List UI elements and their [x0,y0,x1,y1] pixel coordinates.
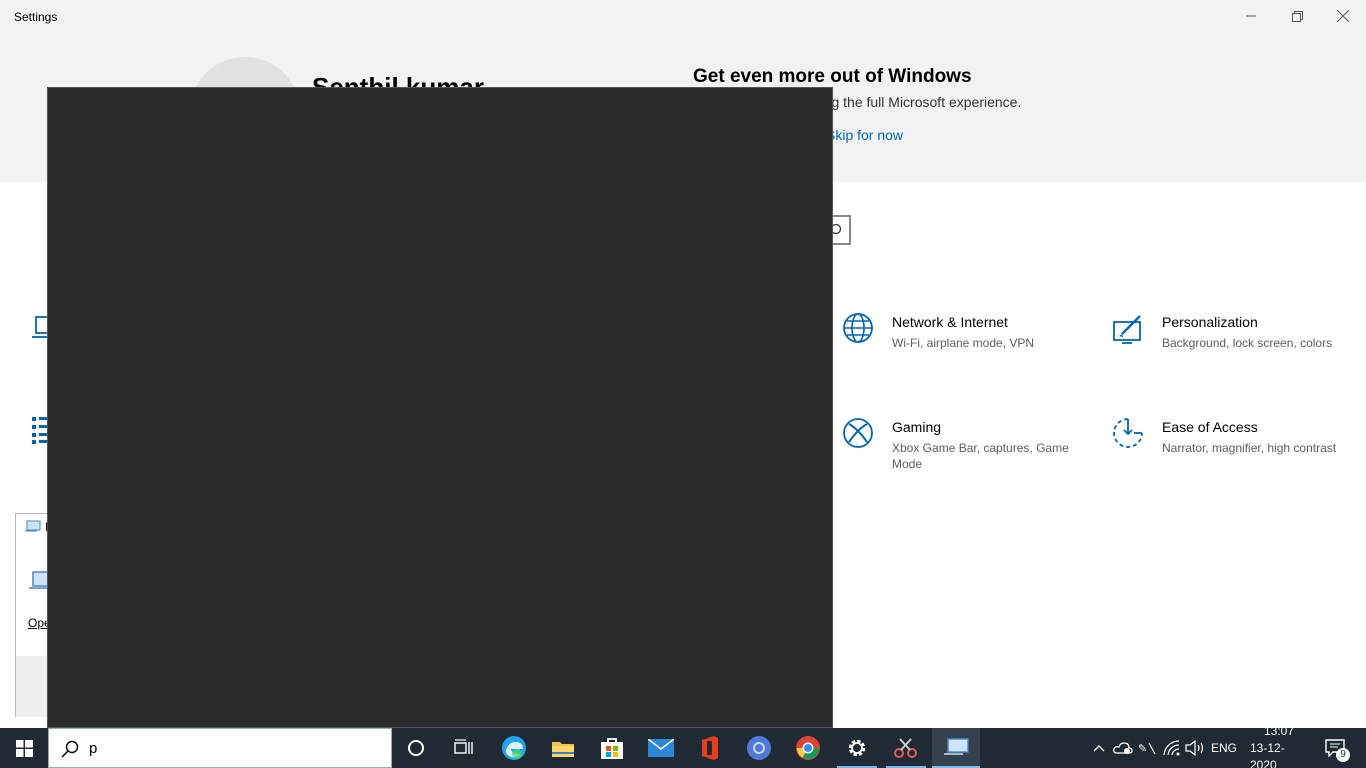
wifi-icon [1163,740,1180,756]
taskbar-search-input[interactable]: p [89,740,97,757]
cortana-icon [408,740,424,756]
taskbar-chrome-profile[interactable] [735,728,783,768]
taskbar-file-explorer[interactable] [539,728,587,768]
apps-list-icon [32,417,48,444]
personalization-icon [1113,315,1141,344]
pen-workspace-icon: ✎ [1138,742,1156,755]
globe-icon [843,313,873,343]
restore-button[interactable] [1274,0,1320,32]
clock-date: 13-12-2020 [1250,740,1285,768]
category-description: Xbox Game Bar, captures, Game Mode [892,441,1069,471]
input-language-indicator[interactable]: ENG [1205,728,1243,768]
taskbar-office[interactable] [686,728,734,768]
store-icon [601,738,623,759]
restore-icon [1291,10,1303,22]
taskbar-settings[interactable] [833,728,881,768]
close-icon [1337,10,1349,22]
chrome-icon [796,736,820,760]
pen-tray-button[interactable]: ✎ [1136,728,1158,768]
taskbar-mail[interactable] [637,728,685,768]
close-button[interactable] [1320,0,1366,32]
ease-of-access-icon [1113,418,1143,448]
taskbar: p ✎ ENG 13:07 13-12-2020 9 [0,724,1366,768]
category-title: Personalization [1162,314,1258,330]
search-icon [61,740,79,758]
taskbar-store[interactable] [588,728,636,768]
taskbar-chrome[interactable] [784,728,832,768]
promo-title: Get even more out of Windows [693,66,972,87]
task-view-button[interactable] [440,728,488,768]
chrome-profile-icon [747,736,771,760]
chevron-up-icon [1093,745,1105,752]
cloud-sync-icon [1113,742,1133,754]
taskbar-snipping-tool[interactable] [882,728,930,768]
xbox-icon [843,418,873,448]
category-description: Background, lock screen, colors [1162,336,1333,350]
category-title: Gaming [892,419,942,435]
svg-text:✎: ✎ [1138,742,1147,755]
edge-icon [502,736,526,760]
skip-for-now-link[interactable]: Skip for now [826,127,903,143]
dark-overlay-window[interactable] [47,87,833,728]
category-description: Narrator, magnifier, high contrast [1162,441,1337,455]
action-center-button[interactable]: 9 [1312,728,1358,768]
run-title-icon [25,520,41,532]
taskbar-edge[interactable] [490,728,538,768]
start-button[interactable] [0,728,48,768]
taskbar-search-box[interactable]: p [48,728,392,768]
category-title: Network & Internet [892,314,1008,330]
clock-time: 13:07 [1263,723,1295,738]
cortana-button[interactable] [392,728,440,768]
scissors-icon [894,738,917,758]
task-view-icon [454,739,473,754]
network-tray-button[interactable] [1161,728,1183,768]
volume-tray-button[interactable] [1184,728,1206,768]
gear-icon [848,739,866,757]
clock[interactable]: 13:07 13-12-2020 [1250,724,1308,768]
minimize-icon [1246,15,1256,17]
title-bar: Settings [0,0,1366,32]
laptop-icon [32,316,48,338]
windows-logo-icon [15,739,33,757]
run-icon [944,738,969,755]
category-title: Ease of Access [1162,419,1258,435]
notification-count-badge: 9 [1336,748,1350,762]
speaker-icon [1185,740,1204,756]
category-description: Wi-Fi, airplane mode, VPN [892,336,1035,350]
office-icon [702,736,718,760]
mail-icon [648,739,674,757]
taskbar-run[interactable] [932,728,980,768]
onedrive-tray-button[interactable] [1112,728,1134,768]
show-hidden-icons-button[interactable] [1090,728,1108,768]
folder-icon [552,742,574,757]
minimize-button[interactable] [1228,0,1274,32]
window-title: Settings [14,10,58,24]
